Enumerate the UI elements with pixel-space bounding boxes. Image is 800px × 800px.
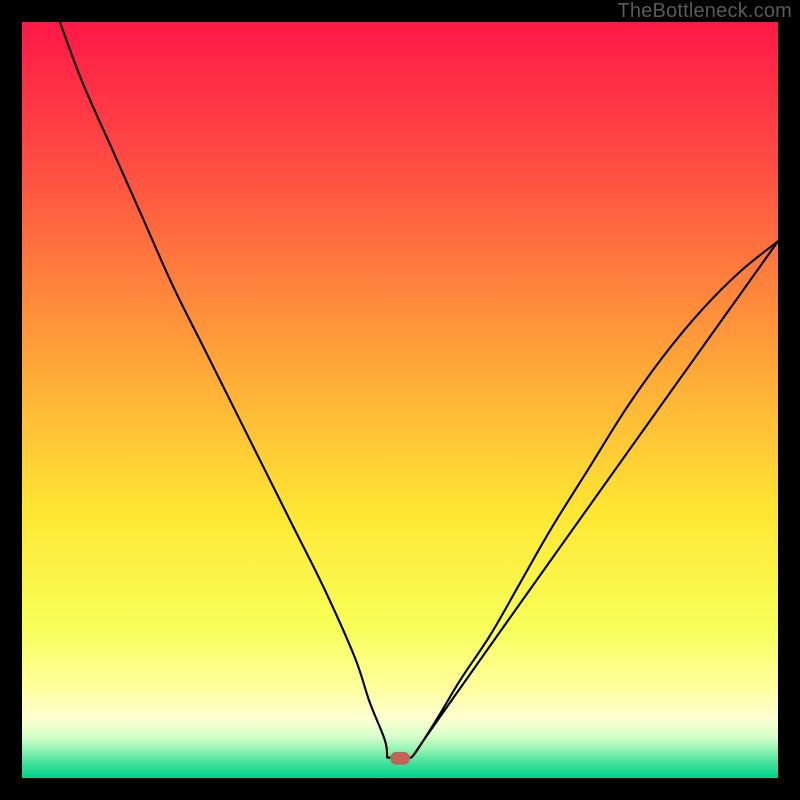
minimum-marker — [390, 752, 410, 765]
watermark-text: TheBottleneck.com — [617, 0, 792, 23]
plot-svg — [22, 22, 778, 778]
bottleneck-chart: TheBottleneck.com — [0, 0, 800, 800]
